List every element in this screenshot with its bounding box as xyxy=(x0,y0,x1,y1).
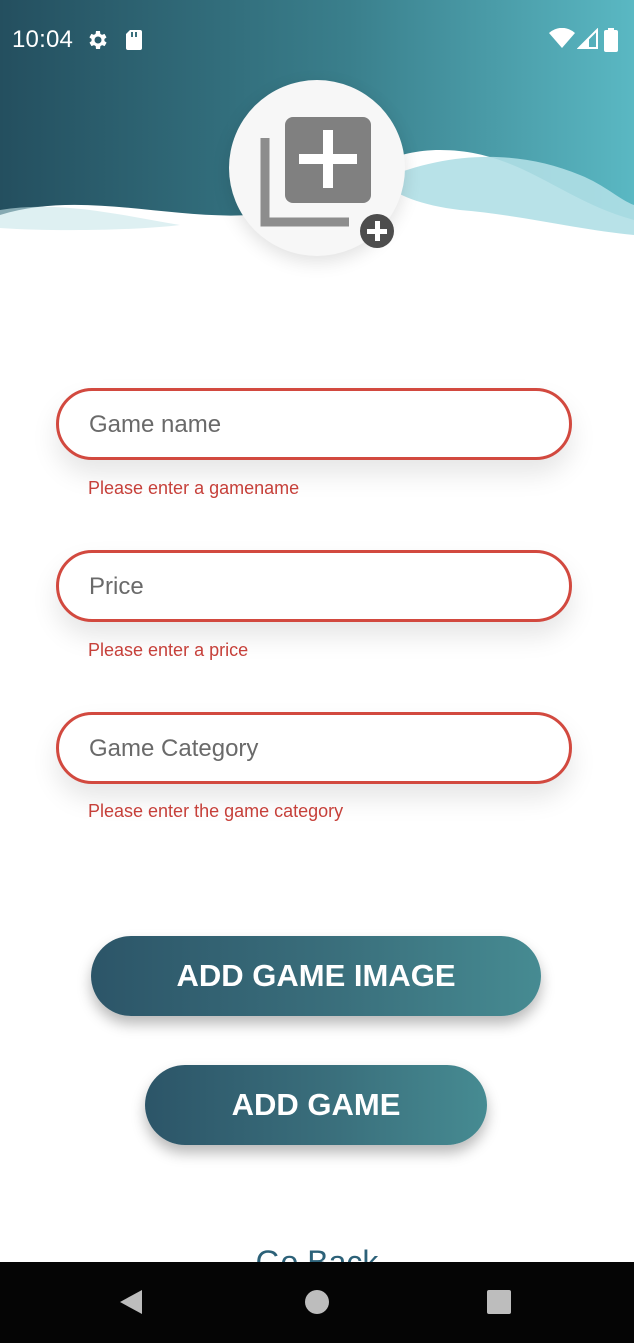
battery-icon xyxy=(604,28,618,52)
game-name-field-border xyxy=(56,388,572,460)
game-name-group: Please enter a gamename xyxy=(56,388,576,498)
game-category-error: Please enter the game category xyxy=(88,801,344,821)
settings-icon xyxy=(89,31,107,49)
game-category-input[interactable] xyxy=(89,729,539,769)
sd-card-icon xyxy=(126,30,142,50)
status-time: 10:04 xyxy=(12,26,74,53)
price-input[interactable] xyxy=(89,567,539,607)
price-error: Please enter a price xyxy=(88,640,249,660)
game-image-picker[interactable] xyxy=(229,80,405,256)
wifi-icon xyxy=(549,28,575,48)
game-category-group: Please enter the game category xyxy=(56,712,576,821)
system-navigation-bar xyxy=(0,1262,634,1343)
add-photo-library-icon xyxy=(260,117,394,248)
game-name-input[interactable] xyxy=(89,405,539,445)
game-name-error: Please enter a gamename xyxy=(88,478,300,498)
price-group: Please enter a price xyxy=(56,550,576,660)
add-game-screen: 10:04 Game name Please enter a gamename … xyxy=(0,0,634,1343)
signal-icon xyxy=(577,28,598,49)
back-triangle-icon[interactable] xyxy=(118,1288,144,1316)
recents-square-icon[interactable] xyxy=(486,1288,512,1316)
add-game-button[interactable]: ADD GAME xyxy=(145,1065,487,1145)
status-bar: 10:04 xyxy=(0,0,634,80)
add-game-image-button[interactable]: ADD GAME IMAGE xyxy=(91,936,541,1016)
home-circle-icon[interactable] xyxy=(304,1288,330,1316)
game-category-field-border xyxy=(56,712,572,784)
price-field-border xyxy=(56,550,572,622)
